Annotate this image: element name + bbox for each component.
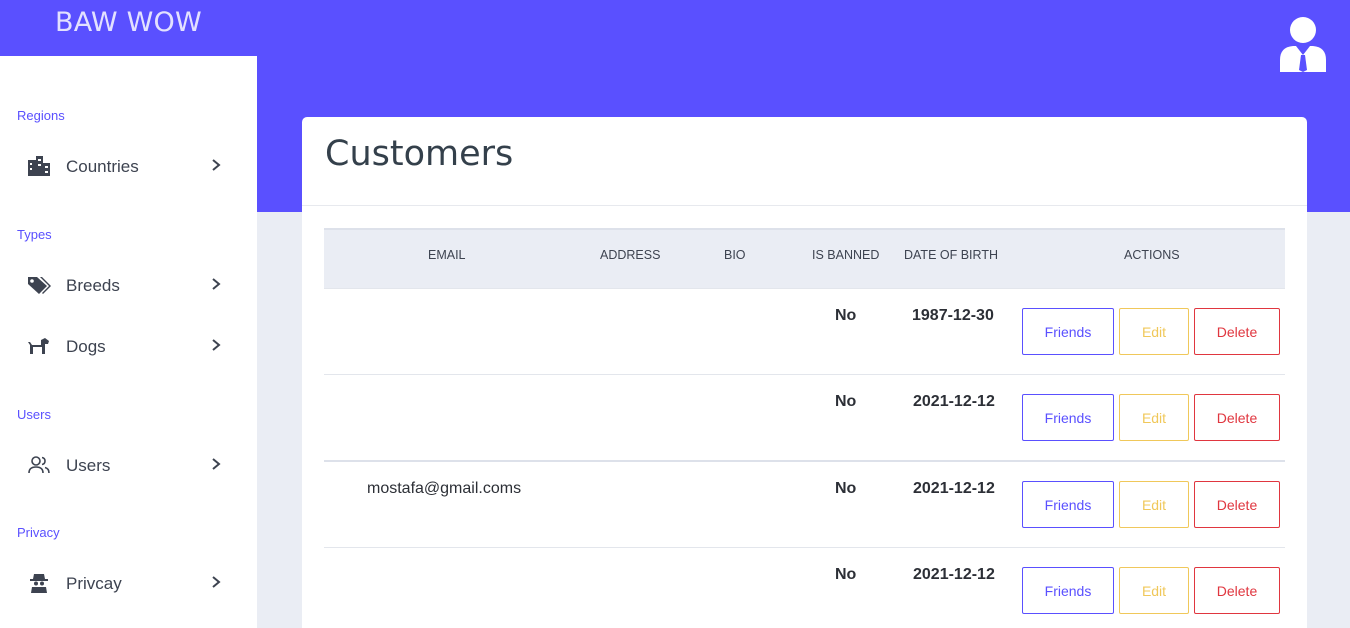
chevron-right-icon [212,458,221,470]
edit-button[interactable]: Edit [1119,308,1189,355]
sidebar-item-label: Countries [66,157,139,176]
table-row: No 1987-12-30 Friends Edit Delete [324,288,1285,374]
friends-button[interactable]: Friends [1022,567,1114,614]
chevron-right-icon [212,278,221,290]
sidebar-section-types: Types [17,227,52,242]
cell-is-banned: No [835,393,857,410]
cell-is-banned: No [835,566,857,583]
tags-icon [28,277,51,294]
sidebar-item-label: Users [66,456,111,475]
column-header-bio: BIO [724,248,746,262]
delete-button[interactable]: Delete [1194,567,1280,614]
table-header: EMAIL ADDRESS BIO IS BANNED DATE OF BIRT… [324,228,1285,289]
sidebar: Regions Countries Types Breeds Dogs User… [0,56,257,628]
sidebar-item-countries[interactable]: Countries [0,144,257,188]
sidebar-item-label: Breeds [66,276,120,295]
table-row: mostafa@gmail.coms No 2021-12-12 Friends… [324,460,1285,546]
column-header-date-of-birth: DATE OF BIRTH [904,248,998,262]
chevron-right-icon [212,576,221,588]
spy-icon [30,574,48,593]
sidebar-item-label: Privcay [66,574,122,593]
column-header-is-banned: IS BANNED [812,248,880,262]
delete-button[interactable]: Delete [1194,308,1280,355]
friends-button[interactable]: Friends [1022,394,1114,441]
chevron-right-icon [212,339,221,351]
sidebar-item-breeds[interactable]: Breeds [0,263,257,307]
cell-email: mostafa@gmail.coms [367,480,522,497]
table-row: No 2021-12-12 Friends Edit Delete [324,374,1285,460]
cell-date-of-birth: 2021-12-12 [913,480,995,497]
delete-button[interactable]: Delete [1194,394,1280,441]
sidebar-section-privacy: Privacy [17,525,60,540]
edit-button[interactable]: Edit [1119,567,1189,614]
cell-is-banned: No [835,480,857,497]
edit-button[interactable]: Edit [1119,481,1189,528]
cell-date-of-birth: 2021-12-12 [913,566,995,583]
user-avatar-icon[interactable] [1278,16,1328,72]
delete-button[interactable]: Delete [1194,481,1280,528]
cell-date-of-birth: 1987-12-30 [912,307,994,324]
users-icon [28,456,50,474]
cell-is-banned: No [835,307,857,324]
sidebar-item-dogs[interactable]: Dogs [0,324,257,368]
page-title: Customers [325,134,514,174]
dog-icon [28,338,49,354]
column-header-address: ADDRESS [600,248,661,262]
column-header-email: EMAIL [428,248,466,262]
edit-button[interactable]: Edit [1119,394,1189,441]
sidebar-section-users: Users [17,407,51,422]
chevron-right-icon [212,159,221,171]
sidebar-item-label: Dogs [66,337,106,356]
city-icon [28,156,50,176]
sidebar-item-users[interactable]: Users [0,443,257,487]
column-header-actions: ACTIONS [1124,248,1180,262]
friends-button[interactable]: Friends [1022,308,1114,355]
friends-button[interactable]: Friends [1022,481,1114,528]
divider [302,205,1307,206]
customers-card: Customers EMAIL ADDRESS BIO IS BANNED DA… [302,117,1307,628]
table-row: No 2021-12-12 Friends Edit Delete [324,547,1285,628]
cell-date-of-birth: 2021-12-12 [913,393,995,410]
brand-logo[interactable]: BAW WOW [55,7,202,38]
sidebar-section-regions: Regions [17,108,65,123]
sidebar-item-privcay[interactable]: Privcay [0,561,257,605]
